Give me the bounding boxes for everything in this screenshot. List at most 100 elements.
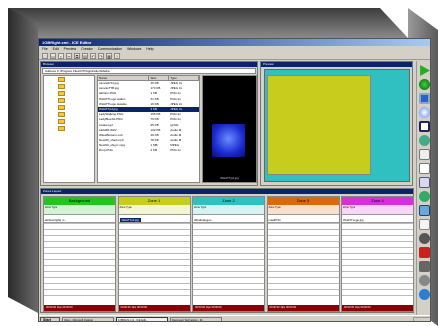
tree-folder[interactable]	[44, 90, 94, 97]
menu-creator[interactable]: Creator	[81, 46, 93, 52]
tree-folder[interactable]	[44, 118, 94, 125]
tree-folder[interactable]	[44, 83, 94, 90]
sheet-icon[interactable]	[419, 219, 430, 230]
zone-label: Zone	[45, 206, 51, 209]
folder-tree[interactable]	[43, 75, 95, 183]
file-size: 2 KB	[150, 148, 157, 153]
zone-header[interactable]: Zone 2	[193, 197, 264, 205]
folder-icon	[58, 98, 65, 103]
menu-help[interactable]: Help	[146, 46, 153, 52]
task-ice-editor[interactable]: 1OBRight.xml - ICE Edit...	[116, 317, 168, 321]
zone-column[interactable]: Zone 2 Zone Type Whattnalogon... 00:00:00 1…	[192, 196, 265, 312]
zone-timeline-grid[interactable]	[342, 223, 413, 299]
start-button[interactable]: Start	[40, 317, 60, 321]
cut-icon[interactable]: ✂	[66, 53, 72, 59]
list-icon[interactable]	[419, 177, 430, 188]
zone-column[interactable]: Zone 3 Zone Type mastPNG 00:00:00 1fps 00:0…	[266, 196, 340, 312]
tree-folder[interactable]	[44, 125, 94, 132]
zone-controls[interactable]: Zone Type	[267, 205, 339, 215]
toolbar: □ ▭ ▪ ✂ ⧉ ▤ ↶ ↷ ▦ ?	[39, 52, 430, 60]
zone-column[interactable]: Background Zone Type attrition(light) m...…	[43, 196, 116, 312]
zones-title: Zones Layout	[41, 189, 413, 194]
tool-icon[interactable]	[419, 233, 430, 244]
zone-label: Zone	[343, 206, 349, 209]
file-name: Drop.PNG	[99, 148, 113, 153]
menu-file[interactable]: File	[42, 46, 48, 52]
zone-timeline-grid[interactable]	[118, 223, 190, 299]
task-outlook[interactable]: Inbox - Microsoft Outlook	[62, 317, 114, 321]
zone-column[interactable]: Zone 4 Zone Type WHATTLogo.jpg 00:00:00 1fp…	[341, 196, 414, 312]
zone-controls[interactable]: Zone Type	[193, 205, 264, 215]
file-list[interactable]: Name Size Type canvasP14.jpg 46 KB JPEG Im…	[97, 75, 200, 183]
zone-timeline-grid[interactable]	[267, 223, 339, 299]
menu-preview[interactable]: Preview	[64, 46, 76, 52]
gear-icon[interactable]	[419, 135, 430, 146]
save-icon[interactable]: ▪	[58, 53, 64, 59]
zone-header[interactable]: Background	[44, 197, 115, 205]
window-icon[interactable]	[419, 121, 430, 132]
zone-footer: 00:00:00 1fps 00:00:00	[193, 305, 264, 311]
column-type[interactable]: Type	[169, 76, 199, 80]
open-icon[interactable]: ▭	[50, 53, 56, 59]
zone-controls[interactable]: Zone Type	[118, 205, 190, 215]
redo-icon[interactable]: ↷	[98, 53, 104, 59]
menu-windows[interactable]: Windows	[127, 46, 141, 52]
folder-icon	[58, 105, 65, 110]
settings-icon[interactable]	[419, 275, 430, 286]
help-icon[interactable]: ?	[114, 53, 120, 59]
preview-title: Preview	[261, 62, 412, 67]
box-top-face	[8, 8, 408, 38]
menu-communication[interactable]: Communication	[98, 46, 122, 52]
zone-timeline-grid[interactable]	[44, 223, 115, 299]
column-name[interactable]: Name	[98, 76, 150, 80]
zone-header[interactable]: Zone 3	[267, 197, 339, 205]
zone-header[interactable]: Zone 1	[118, 197, 190, 205]
task-document[interactable]: Document Technology - M...	[170, 317, 222, 321]
zone-label: Zone	[268, 206, 275, 209]
globe-icon[interactable]	[419, 107, 430, 118]
type-label: Type	[200, 206, 207, 209]
delete-icon[interactable]	[419, 247, 430, 258]
zone-item-file: attrition(light) m...	[45, 218, 67, 222]
network-icon[interactable]	[419, 205, 430, 216]
zone-timeline-grid[interactable]	[193, 223, 264, 299]
address-bar[interactable]: Address C:\Program Files\NTI\Application…	[42, 68, 256, 74]
preview-canvas[interactable]	[264, 69, 410, 182]
system-tray[interactable]	[413, 317, 430, 321]
tree-folder[interactable]	[44, 97, 94, 104]
print-icon[interactable]: ▦	[106, 53, 112, 59]
folder-icon	[58, 84, 65, 89]
monitor-icon[interactable]	[419, 93, 430, 104]
trash-icon[interactable]	[419, 261, 430, 272]
document-icon[interactable]	[419, 149, 430, 160]
paste-icon[interactable]: ▤	[82, 53, 88, 59]
browser-title: Browser	[41, 62, 257, 67]
tree-folder[interactable]	[44, 111, 94, 118]
play-icon[interactable]	[420, 65, 430, 76]
page-icon[interactable]	[419, 163, 430, 174]
zone-controls[interactable]: Zone Type	[44, 205, 115, 215]
type-label: Type	[51, 206, 58, 209]
folder-icon	[58, 112, 65, 117]
column-size[interactable]: Size	[149, 76, 170, 80]
menu-edit[interactable]: Edit	[53, 46, 59, 52]
address-value[interactable]: C:\Program Files\NTI\Application\Media	[57, 69, 110, 73]
record-icon[interactable]	[419, 79, 430, 90]
preview-panel: Preview	[260, 61, 413, 186]
zone-column[interactable]: Zone 1 Zone Type WHATTpd.jpg 00:00:00 1fps …	[117, 196, 191, 312]
zone-label: Zone	[194, 206, 200, 209]
tree-folder[interactable]	[44, 76, 94, 83]
zone-header[interactable]: Zone 4	[342, 197, 413, 205]
plant-icon[interactable]	[419, 191, 430, 202]
taskbar: Start Inbox - Microsoft Outlook 1OBRight…	[39, 315, 430, 321]
type-label: Type	[349, 206, 356, 209]
zone-footer: 00:00:00 1fps 00:00:00	[342, 305, 413, 311]
preview-zone-1[interactable]	[267, 75, 371, 175]
file-row[interactable]: Drop.PNG 2 KB PNG Im	[98, 148, 199, 153]
earth-icon[interactable]	[419, 289, 430, 300]
zone-controls[interactable]: Zone Type	[342, 205, 413, 215]
tree-folder[interactable]	[44, 104, 94, 111]
undo-icon[interactable]: ↶	[90, 53, 96, 59]
new-icon[interactable]: □	[42, 53, 48, 59]
copy-icon[interactable]: ⧉	[74, 53, 80, 59]
